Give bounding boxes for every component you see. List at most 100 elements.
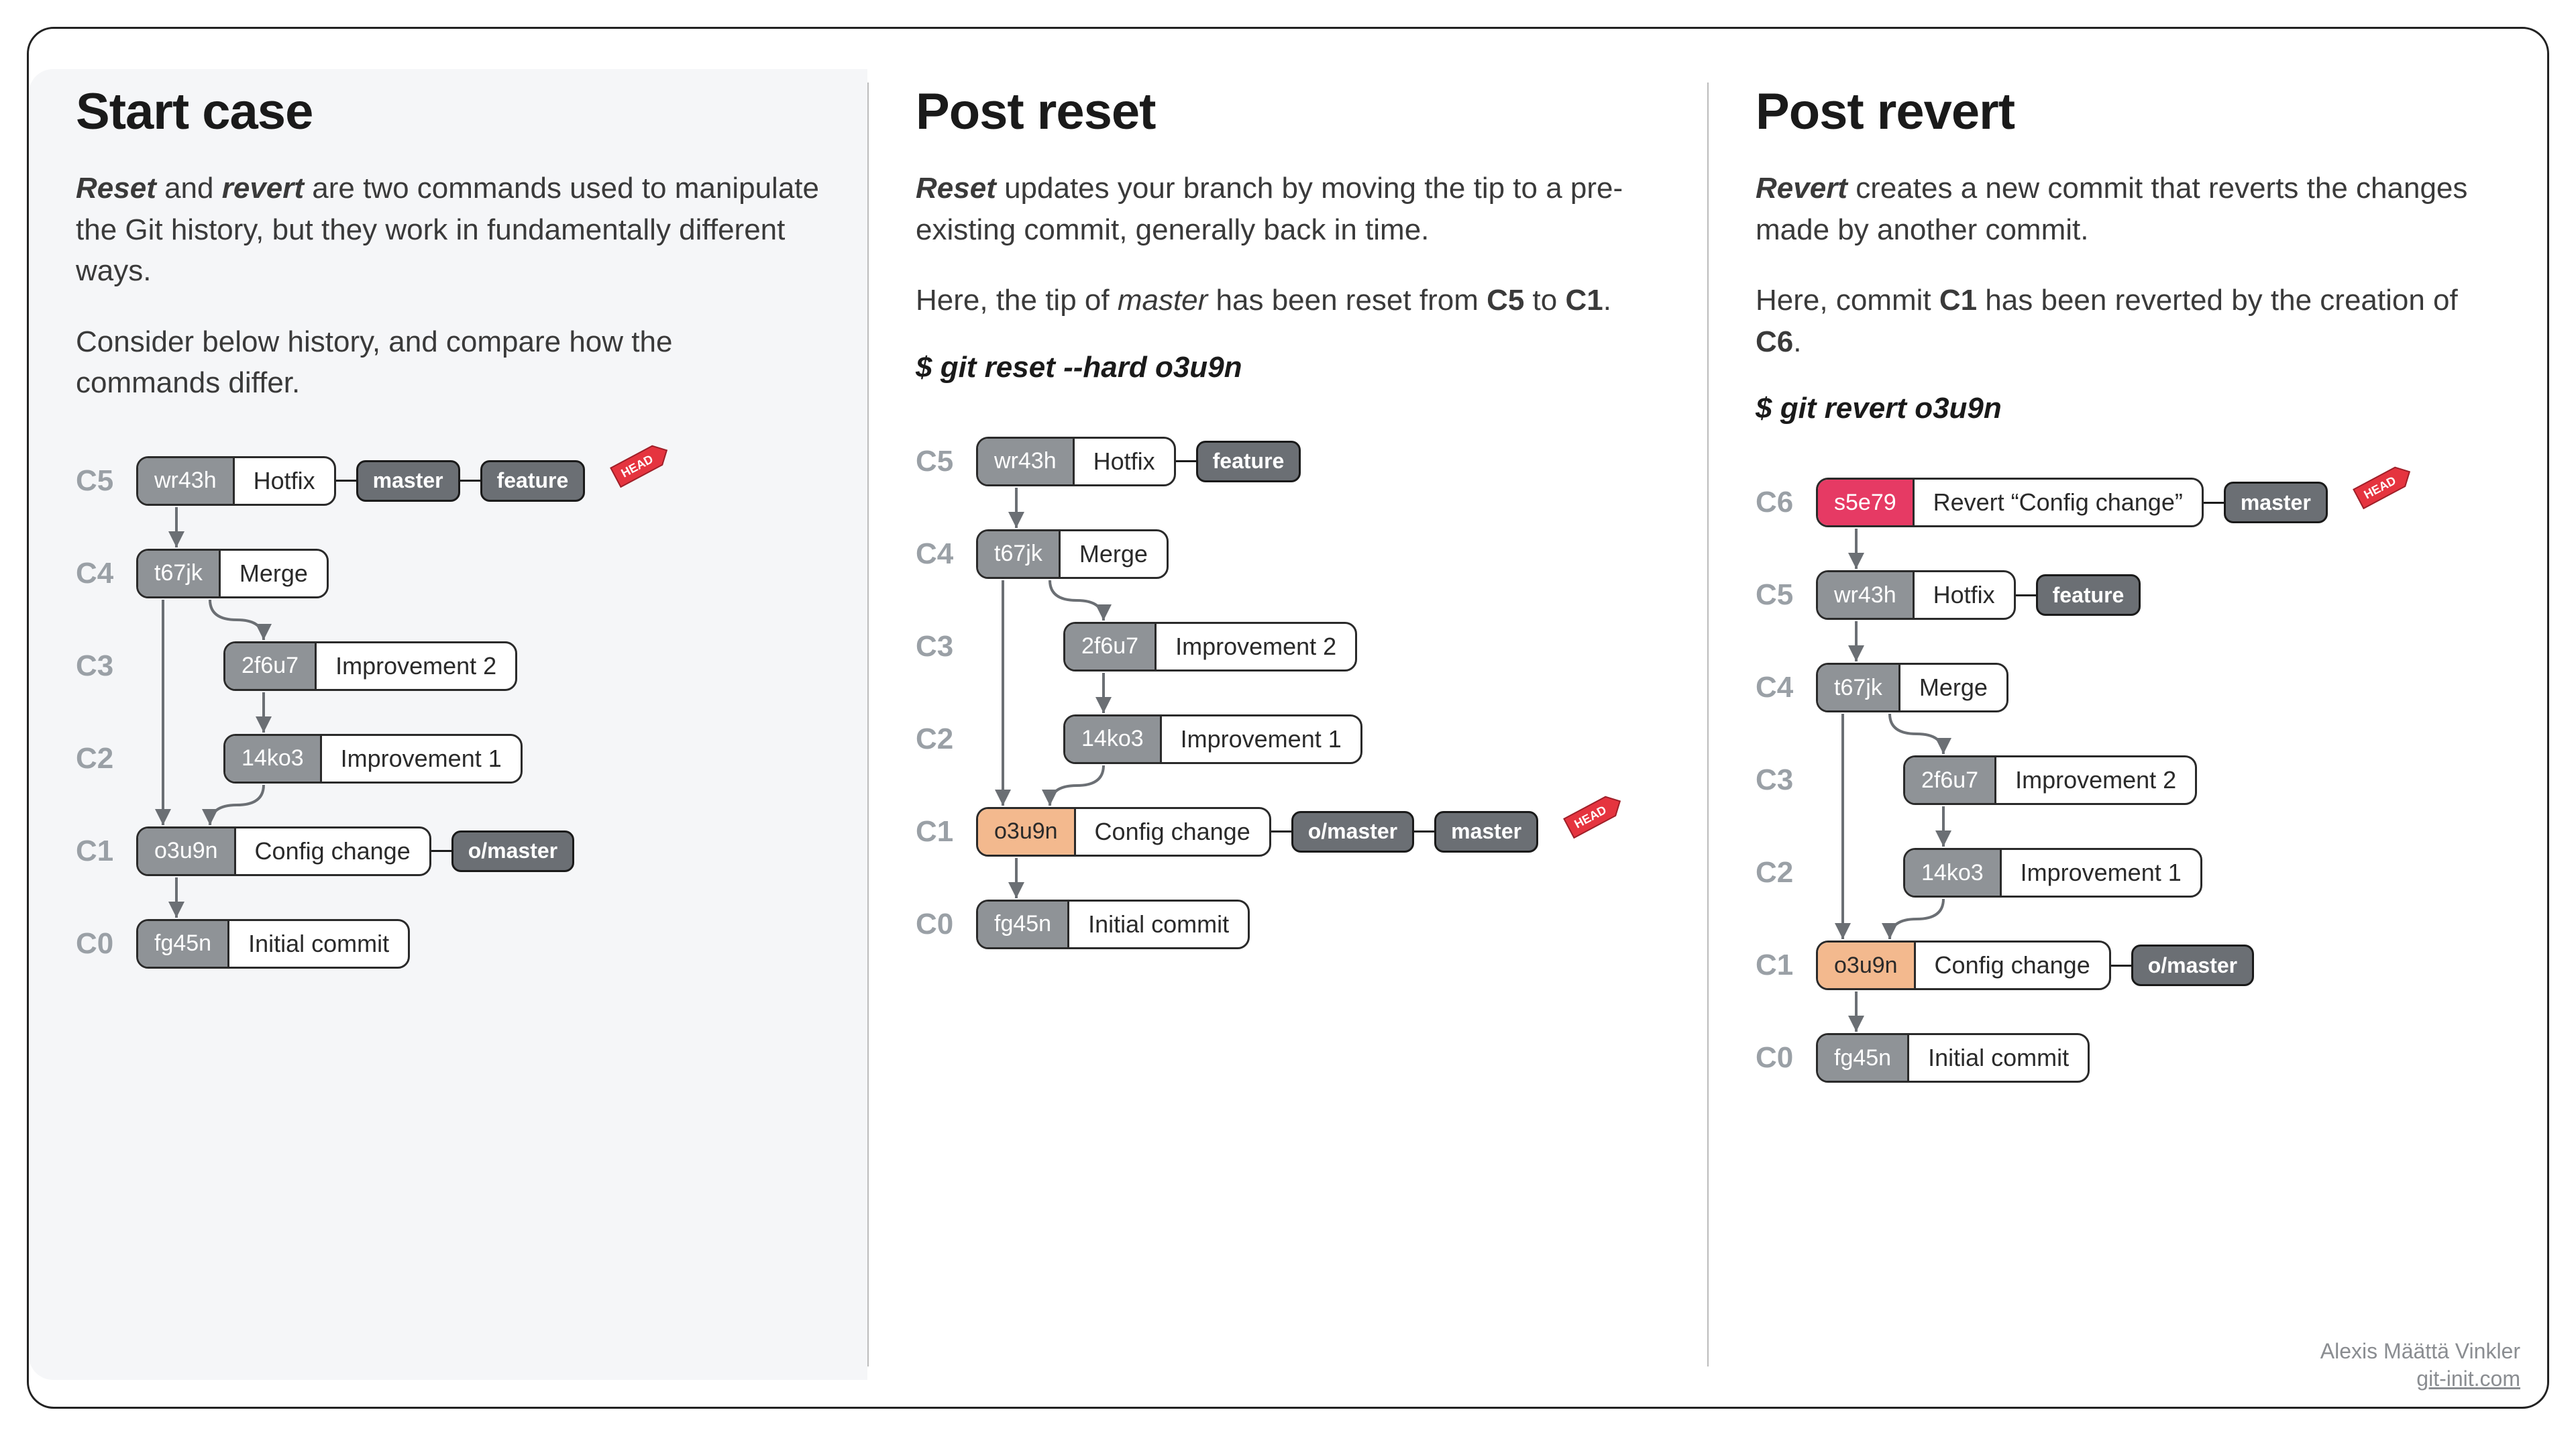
description-paragraph: Revert creates a new commit that reverts… <box>1756 168 2500 250</box>
branch-tag: o/master <box>1291 811 1414 853</box>
commit-pill: fg45nInitial commit <box>976 900 1250 949</box>
commit-row: C214ko3Improvement 1 <box>916 702 1660 776</box>
attribution-name: Alexis Määttä Vinkler <box>2320 1338 2520 1366</box>
branch-tag: o/master <box>2131 945 2254 986</box>
column-title: Post revert <box>1756 83 2500 141</box>
commit-row: C0fg45nInitial commit <box>1756 1021 2500 1095</box>
column-title: Post reset <box>916 83 1660 141</box>
commit-hash: wr43h <box>138 458 235 504</box>
commit-pill: wr43hHotfix <box>136 456 336 506</box>
commit-hash: o3u9n <box>138 828 236 874</box>
branch-tag: master <box>356 460 460 502</box>
commit-index: C3 <box>1756 763 1816 797</box>
commit-message: Improvement 2 <box>317 643 515 689</box>
commit-message: Initial commit <box>1909 1035 2088 1081</box>
attribution-site: git-init.com <box>2320 1365 2520 1393</box>
commit-index: C4 <box>916 537 976 571</box>
head-pointer-icon: HEAD <box>1557 785 1631 845</box>
commit-row: C4t67jkMerge <box>76 537 820 610</box>
commit-pill: fg45nInitial commit <box>136 919 410 969</box>
commit-pill: 2f6u7Improvement 2 <box>223 641 517 691</box>
commit-row: C3 2f6u7Improvement 2 <box>76 629 820 703</box>
commit-index: C4 <box>1756 671 1816 704</box>
description-paragraph: Reset updates your branch by moving the … <box>916 168 1660 250</box>
commit-hash: t67jk <box>138 551 221 596</box>
history-arrows <box>916 425 1660 961</box>
commit-message: Initial commit <box>229 921 408 967</box>
description-paragraph: Reset and revert are two commands used t… <box>76 168 820 292</box>
commit-row: C3 2f6u7Improvement 2 <box>1756 743 2500 817</box>
commit-history: C5wr43hHotfixmasterfeature HEAD C4t67jkM… <box>76 444 820 981</box>
description-paragraph: Consider below history, and compare how … <box>76 321 820 404</box>
commit-pill: o3u9nConfig change <box>1816 941 2111 990</box>
commit-index: C1 <box>1756 949 1816 982</box>
commit-message: Config change <box>236 828 429 874</box>
column-title: Start case <box>76 83 820 141</box>
commit-message: Improvement 1 <box>322 736 521 782</box>
commit-message: Merge <box>1061 531 1167 577</box>
commit-hash: 2f6u7 <box>1905 757 1996 803</box>
commit-index: C3 <box>76 649 136 683</box>
column-post-revert: Post revert Revert creates a new commit t… <box>1709 69 2547 1380</box>
commit-hash: o3u9n <box>978 809 1076 855</box>
commit-hash: 14ko3 <box>1065 716 1162 762</box>
branch-tag: master <box>2224 482 2328 523</box>
commit-message: Merge <box>1900 665 2006 710</box>
commit-row: C2 14ko3Improvement 1 <box>1756 836 2500 910</box>
commit-pill: wr43hHotfix <box>1816 570 2016 620</box>
commit-pill: o3u9nConfig change <box>976 807 1271 857</box>
commit-row: C0fg45nInitial commit <box>76 907 820 981</box>
commit-row: C32f6u7Improvement 2 <box>916 610 1660 684</box>
commit-pill: 2f6u7Improvement 2 <box>1903 755 2197 805</box>
commit-history: C5wr43hHotfixfeatureC4t67jkMergeC32f6u7I… <box>916 425 1660 961</box>
commit-message: Improvement 2 <box>1157 624 1355 669</box>
commit-pill: o3u9nConfig change <box>136 826 431 876</box>
commit-row: C5wr43hHotfixfeature <box>916 425 1660 498</box>
commit-message: Initial commit <box>1069 902 1248 947</box>
commit-message: Merge <box>221 551 327 596</box>
description-paragraph: Here, the tip of master has been reset f… <box>916 280 1660 321</box>
branch-tag: feature <box>2036 574 2141 616</box>
commit-message: Hotfix <box>1915 572 2014 618</box>
description-paragraph: Here, commit C1 has been reverted by the… <box>1756 280 2500 362</box>
attribution: Alexis Määttä Vinkler git-init.com <box>2320 1338 2520 1393</box>
diagram-frame: Start case Reset and revert are two comma… <box>27 27 2549 1409</box>
column-start-case: Start case Reset and revert are two comma… <box>29 69 867 1380</box>
commit-hash: t67jk <box>1818 665 1900 710</box>
commit-hash: 2f6u7 <box>225 643 317 689</box>
commit-row: C2 14ko3Improvement 1 <box>76 722 820 796</box>
commit-message: Hotfix <box>1075 439 1174 484</box>
commit-hash: s5e79 <box>1818 480 1915 525</box>
commit-row: C4t67jkMerge <box>1756 651 2500 724</box>
commit-message: Improvement 1 <box>1162 716 1360 762</box>
commit-message: Hotfix <box>235 458 334 504</box>
branch-tag: o/master <box>451 830 574 872</box>
commit-hash: 14ko3 <box>225 736 322 782</box>
git-command: $ git revert o3u9n <box>1756 392 2500 425</box>
commit-index: C0 <box>76 927 136 961</box>
commit-pill: t67jkMerge <box>136 549 329 598</box>
commit-row: C1o3u9nConfig changeo/mastermaster HEAD <box>916 795 1660 869</box>
commit-row: C5wr43hHotfix feature <box>1756 558 2500 632</box>
commit-message: Improvement 1 <box>2002 850 2200 896</box>
branch-tag: master <box>1434 811 1538 853</box>
commit-index: C2 <box>1756 856 1816 890</box>
branch-tag: feature <box>1196 441 1301 482</box>
commit-index: C2 <box>76 742 136 775</box>
commit-index: C5 <box>1756 578 1816 612</box>
commit-pill: s5e79Revert “Config change” <box>1816 478 2204 527</box>
commit-index: C0 <box>1756 1041 1816 1075</box>
commit-pill: t67jkMerge <box>1816 663 2008 712</box>
commit-index: C1 <box>916 815 976 849</box>
commit-pill: 14ko3Improvement 1 <box>223 734 523 784</box>
commit-message: Revert “Config change” <box>1915 480 2202 525</box>
commit-hash: fg45n <box>978 902 1069 947</box>
head-pointer-icon: HEAD <box>604 434 678 494</box>
commit-message: Config change <box>1916 943 2109 988</box>
commit-row: C0fg45nInitial commit <box>916 888 1660 961</box>
commit-row: C6s5e79Revert “Config change”master HEAD <box>1756 466 2500 539</box>
branch-tag: feature <box>480 460 586 502</box>
commit-message: Improvement 2 <box>1996 757 2195 803</box>
history-arrows <box>76 444 820 981</box>
commit-hash: 14ko3 <box>1905 850 2002 896</box>
